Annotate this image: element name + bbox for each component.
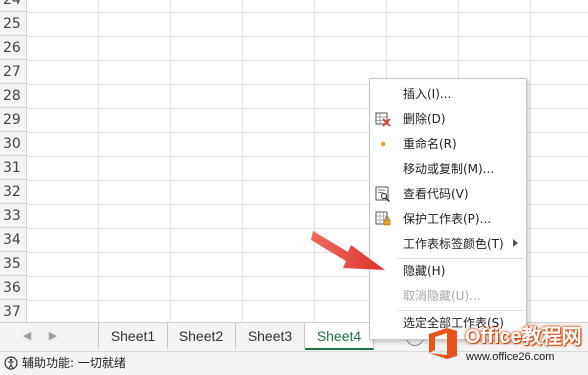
row-header[interactable]: 27 bbox=[0, 60, 26, 84]
menu-item-tab-color[interactable]: 工作表标签颜色(T) bbox=[370, 232, 526, 257]
menu-item-delete[interactable]: 删除(D) bbox=[370, 107, 526, 132]
delete-sheet-icon bbox=[375, 112, 391, 127]
row-header[interactable]: 34 bbox=[0, 228, 26, 252]
watermark-logo: Office教程网 www.office26.com bbox=[425, 322, 588, 374]
menu-item-label: 插入(I)... bbox=[403, 87, 452, 101]
row-header[interactable]: 28 bbox=[0, 84, 26, 108]
office-logo-icon bbox=[429, 328, 457, 359]
menu-item-move-copy[interactable]: 移动或复制(M)... bbox=[370, 157, 526, 182]
menu-item-rename[interactable]: 重命名(R) bbox=[370, 132, 526, 157]
watermark-url: www.office26.com bbox=[466, 351, 555, 363]
row-header[interactable]: 32 bbox=[0, 180, 26, 204]
menu-item-label: 重命名(R) bbox=[403, 137, 457, 151]
row-header[interactable]: 36 bbox=[0, 276, 26, 300]
menu-item-label: 移动或复制(M)... bbox=[403, 162, 495, 176]
row-header[interactable]: 26 bbox=[0, 36, 26, 60]
row-headers: 24 25 26 27 28 29 30 31 32 33 34 35 36 3… bbox=[0, 0, 27, 324]
view-code-icon bbox=[375, 186, 390, 202]
row-header[interactable]: 29 bbox=[0, 108, 26, 132]
row-header[interactable]: 24 bbox=[0, 0, 26, 12]
menu-item-label: 保护工作表(P)... bbox=[403, 212, 492, 226]
row-header[interactable]: 37 bbox=[0, 300, 26, 324]
menu-item-label: 查看代码(V) bbox=[403, 187, 469, 201]
protect-sheet-icon bbox=[375, 211, 391, 226]
menu-item-hide[interactable]: 隐藏(H) bbox=[370, 259, 526, 284]
row-header[interactable]: 25 bbox=[0, 12, 26, 36]
row-header[interactable]: 35 bbox=[0, 252, 26, 276]
menu-item-label: 删除(D) bbox=[403, 112, 446, 126]
sheet-tab-sheet3[interactable]: Sheet3 bbox=[236, 323, 305, 349]
watermark-brand: Office教程网 bbox=[465, 326, 582, 348]
menu-item-label: 工作表标签颜色(T) bbox=[403, 237, 504, 251]
row-header[interactable]: 31 bbox=[0, 156, 26, 180]
sheet-tab-sheet1[interactable]: Sheet1 bbox=[98, 323, 168, 349]
accessibility-icon[interactable] bbox=[4, 356, 18, 370]
menu-item-unhide: 取消隐藏(U)... bbox=[370, 284, 526, 309]
scroll-tabs-right-button[interactable]: ▶ bbox=[46, 329, 60, 343]
submenu-arrow-icon bbox=[513, 239, 518, 247]
scroll-tabs-left-button[interactable]: ◀ bbox=[20, 329, 34, 343]
menu-item-label: 隐藏(H) bbox=[403, 264, 446, 278]
menu-item-protect-sheet[interactable]: 保护工作表(P)... bbox=[370, 207, 526, 232]
menu-item-insert[interactable]: 插入(I)... bbox=[370, 82, 526, 107]
menu-item-view-code[interactable]: 查看代码(V) bbox=[370, 182, 526, 207]
sheet-tab-sheet2[interactable]: Sheet2 bbox=[167, 323, 236, 349]
menu-item-label: 取消隐藏(U)... bbox=[403, 289, 481, 303]
row-header[interactable]: 30 bbox=[0, 132, 26, 156]
sheet-tab-sheet4[interactable]: Sheet4 bbox=[305, 323, 374, 350]
sheet-tab-context-menu: 插入(I)... 删除(D) 重命名(R) 移动或复制(M)... 查看代码(V… bbox=[369, 78, 527, 340]
rename-dot-icon bbox=[380, 141, 386, 147]
row-header[interactable]: 33 bbox=[0, 204, 26, 228]
accessibility-status-text[interactable]: 辅助功能: 一切就绪 bbox=[22, 355, 126, 371]
